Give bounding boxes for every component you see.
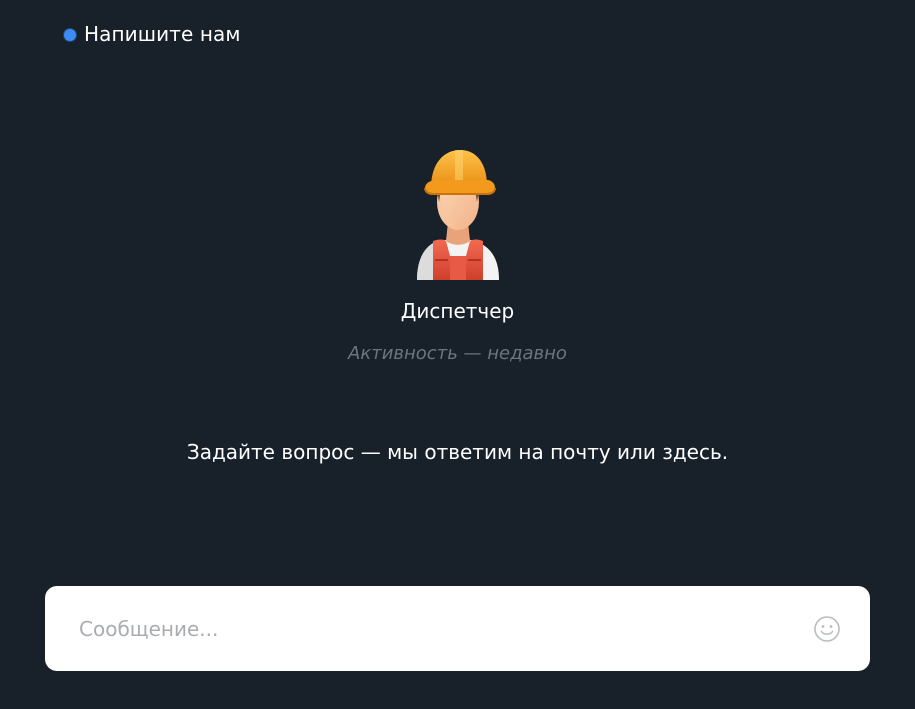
chat-title: Напишите нам	[84, 22, 241, 46]
online-status-dot	[64, 28, 76, 41]
smiley-icon[interactable]	[812, 614, 842, 644]
agent-activity-status: Активность — недавно	[348, 343, 567, 364]
agent-card: Диспетчер Активность — недавно	[0, 140, 915, 364]
chat-widget: Напишите нам Диспетчер Активность — неда…	[0, 0, 915, 709]
agent-name: Диспетчер	[400, 299, 515, 323]
message-input[interactable]	[79, 616, 812, 641]
greeting-message: Задайте вопрос — мы ответим на почту или…	[186, 440, 729, 464]
message-composer	[45, 586, 870, 671]
construction-worker-avatar-icon	[416, 150, 499, 280]
chat-header: Напишите нам	[64, 22, 241, 46]
